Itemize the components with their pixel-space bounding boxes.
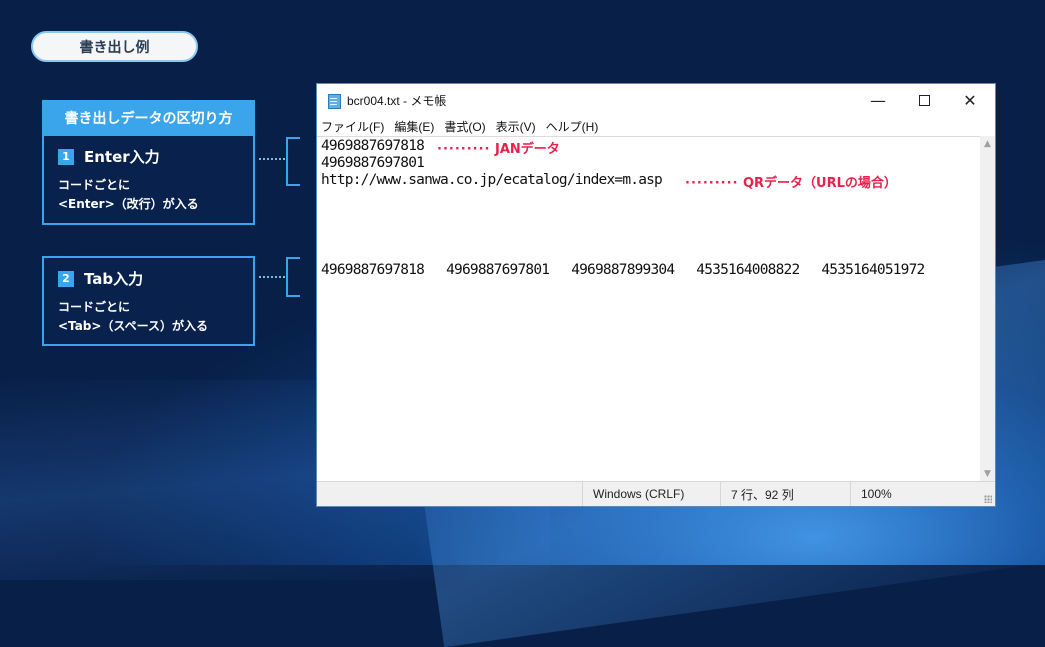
bracket-tab [286, 257, 300, 297]
status-zoom: 100% [850, 482, 981, 506]
jan-annotation: ········· JANデータ [437, 142, 560, 157]
connector-dots-tab [259, 276, 285, 278]
jan-annotation-label: JANデータ [494, 142, 560, 157]
minimize-icon[interactable]: — [855, 84, 901, 116]
text-line-1: 4969887697818 [321, 138, 425, 154]
enter-input-label: Enter入力 [84, 148, 160, 166]
text-line-tab: 4969887697818 4969887697801 4969887899304 4… [321, 262, 946, 278]
connector-dots-enter [259, 158, 285, 160]
scroll-down-icon[interactable]: ▼ [980, 466, 995, 481]
status-position: 7 行、92 列 [720, 482, 849, 506]
text-line-2: 4969887697801 [321, 155, 425, 171]
resize-grip-icon[interactable] [984, 495, 992, 503]
text-editor[interactable]: 4969887697818 4969887697801 http://www.s… [317, 136, 981, 482]
number-badge: 1 [58, 148, 74, 165]
menu-help[interactable]: ヘルプ(H) [546, 118, 599, 135]
menu-file[interactable]: ファイル(F) [321, 118, 384, 135]
enter-desc-line2: <Enter>（改行）が入る [58, 197, 199, 211]
tab-input-title: 2 Tab入力 [58, 268, 239, 289]
menu-bar: ファイル(F) 編集(E) 書式(O) 表示(V) ヘルプ(H) [317, 116, 604, 136]
number-badge: 2 [58, 270, 74, 287]
enter-input-title: 1 Enter入力 [58, 146, 239, 167]
text-line-3: http://www.sanwa.co.jp/ecatalog/index=m.… [321, 172, 663, 188]
enter-desc-line1: コードごとに [58, 178, 131, 192]
menu-view[interactable]: 表示(V) [496, 118, 536, 135]
status-bar: Windows (CRLF) 7 行、92 列 100% [317, 481, 995, 506]
vertical-scrollbar[interactable]: ▲ ▼ [980, 136, 995, 481]
example-label: 書き出し例 [31, 31, 198, 62]
tab-desc-line2: <Tab>（スペース）が入る [58, 319, 208, 333]
scroll-up-icon[interactable]: ▲ [980, 136, 995, 151]
window-title: bcr004.txt - メモ帳 [347, 93, 447, 108]
status-encoding: Windows (CRLF) [582, 482, 720, 506]
tab-desc-line1: コードごとに [58, 300, 131, 314]
tab-value: 4969887697818 [321, 262, 425, 278]
notepad-window: bcr004.txt - メモ帳 — ✕ ファイル(F) 編集(E) 書式(O)… [316, 83, 996, 507]
bracket-enter [286, 137, 300, 186]
tab-input-label: Tab入力 [84, 270, 144, 288]
menu-format[interactable]: 書式(O) [444, 118, 485, 135]
tab-value: 4969887697801 [446, 262, 550, 278]
panel-header: 書き出しデータの区切り方 [42, 100, 255, 136]
maximize-icon[interactable] [901, 84, 947, 116]
qr-annotation-label: QRデータ（URLの場合） [742, 176, 897, 191]
enter-input-box: 1 Enter入力 コードごとに <Enter>（改行）が入る [42, 136, 255, 225]
tab-value: 4535164008822 [696, 262, 800, 278]
tab-value: 4535164051972 [821, 262, 925, 278]
close-icon[interactable]: ✕ [947, 84, 993, 116]
tab-value: 4969887899304 [571, 262, 675, 278]
menu-edit[interactable]: 編集(E) [394, 118, 434, 135]
notepad-icon [327, 92, 341, 109]
tab-input-box: 2 Tab入力 コードごとに <Tab>（スペース）が入る [42, 256, 255, 346]
qr-annotation: ········· QRデータ（URLの場合） [685, 176, 897, 191]
